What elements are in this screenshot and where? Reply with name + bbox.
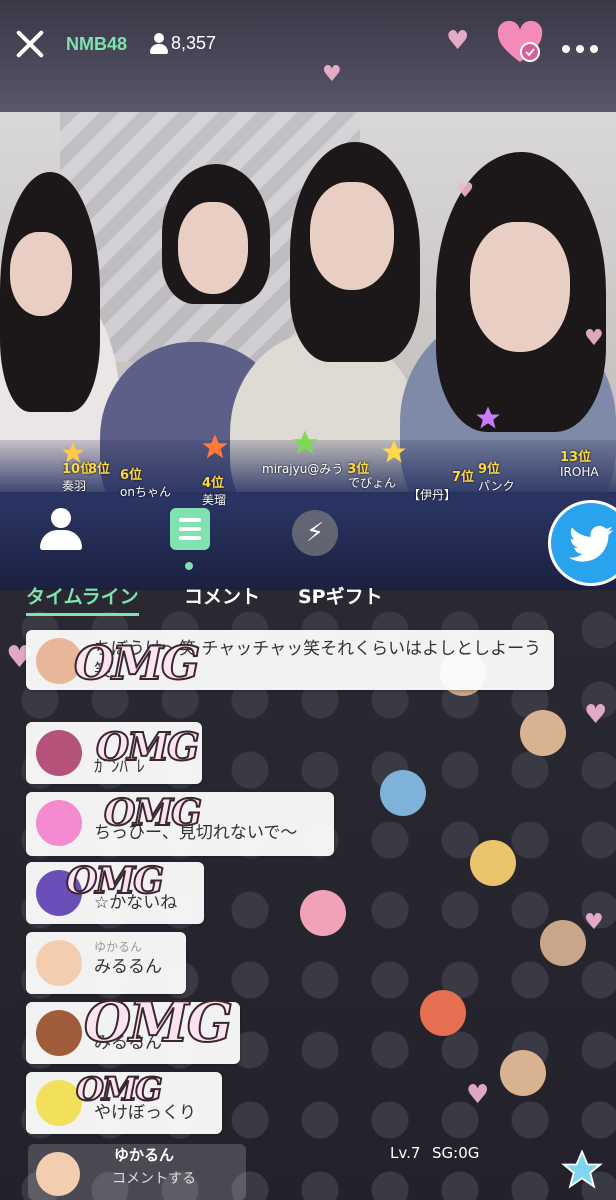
rank-label: 【伊丹】 bbox=[408, 488, 457, 502]
heart-icon: ♥ bbox=[466, 1080, 490, 1110]
more-menu-button[interactable] bbox=[562, 38, 606, 53]
comment-text: やけぼっくり bbox=[94, 1103, 196, 1123]
avatar bbox=[36, 1010, 82, 1056]
rank-label: でびょん bbox=[348, 476, 397, 490]
header: NMB48 8,357 bbox=[0, 0, 616, 90]
comment-bubble[interactable]: やけぼっくり bbox=[26, 1072, 222, 1134]
viewer-icon bbox=[150, 33, 168, 55]
comment-text: ☆かないね bbox=[94, 893, 178, 913]
favorite-button[interactable] bbox=[496, 20, 544, 68]
active-indicator bbox=[185, 562, 193, 570]
comment-text: ｶﾞﾝﾊﾞﾚ bbox=[94, 757, 145, 777]
performer-4-face bbox=[470, 222, 570, 352]
comment-bubble[interactable]: ☆かないね bbox=[26, 862, 204, 924]
footer-bar: ゆかるん Lv.7 SG:0G コメントする bbox=[28, 1140, 616, 1200]
avatar bbox=[36, 1080, 82, 1126]
star-icon bbox=[476, 406, 500, 429]
performer-3-face bbox=[310, 182, 394, 290]
twitter-icon bbox=[569, 525, 613, 562]
rank-label: 8位 bbox=[88, 462, 111, 477]
crowd-avatar bbox=[470, 840, 516, 886]
comment-username: ゆかるん bbox=[94, 940, 143, 954]
crowd-avatar bbox=[520, 710, 566, 756]
rank-label: 6位 onちゃん bbox=[120, 468, 171, 499]
rank-label: 4位 美瑠 bbox=[202, 476, 227, 507]
room-name: NMB48 bbox=[66, 34, 128, 54]
profile-icon[interactable] bbox=[40, 508, 84, 552]
heart-icon: ♥ bbox=[584, 700, 608, 730]
tab-bar: タイムライン コメント SPギフト bbox=[0, 582, 616, 618]
tab-timeline[interactable]: タイムライン bbox=[26, 582, 139, 616]
comment-text: ちっひー、見切れないで〜 bbox=[94, 823, 298, 843]
timeline-icon[interactable] bbox=[170, 508, 210, 550]
crowd-avatar bbox=[540, 920, 586, 966]
rank-label: 9位 パンク bbox=[478, 462, 515, 493]
avatar bbox=[36, 800, 82, 846]
performer-1-face bbox=[10, 232, 72, 316]
heart-icon: ♥ bbox=[584, 910, 604, 935]
user-sg: SG:0G bbox=[432, 1144, 480, 1162]
heart-icon: ♥ bbox=[456, 178, 474, 202]
rank-label: 13位 IROHA bbox=[560, 450, 599, 479]
viewer-count: 8,357 bbox=[171, 33, 217, 53]
rank-label: 7位 bbox=[452, 470, 475, 485]
comment-bubble[interactable]: ちぼうけ〜笑 チャッチャッ笑それくらいはよしとしよーう笑 bbox=[26, 630, 554, 690]
comment-bubble[interactable]: ゆかるん みるるん bbox=[26, 932, 186, 994]
close-button[interactable] bbox=[10, 24, 50, 64]
comment-bubble[interactable]: ｶﾞﾝﾊﾞﾚ bbox=[26, 722, 202, 784]
avatar bbox=[36, 730, 82, 776]
comment-text: みるるん bbox=[94, 957, 162, 977]
comment-bubble[interactable]: ちっひー、見切れないで〜 bbox=[26, 792, 334, 856]
heart-icon: ♥ bbox=[584, 326, 604, 351]
crowd-avatar bbox=[380, 770, 426, 816]
heart-icon bbox=[497, 20, 543, 62]
comment-text: ちぼうけ〜笑 チャッチャッ笑それくらいはよしとしよーう笑 bbox=[94, 639, 542, 681]
star-icon bbox=[382, 440, 406, 463]
avatar bbox=[36, 638, 82, 684]
crowd-avatar bbox=[500, 1050, 546, 1096]
performer-2-face bbox=[178, 202, 248, 294]
comment-text: みるるん bbox=[94, 1033, 162, 1053]
avatar bbox=[36, 870, 82, 916]
avatar bbox=[36, 1152, 80, 1196]
comment-input-hint[interactable]: コメントする bbox=[112, 1168, 196, 1188]
footer-username: ゆかるん bbox=[114, 1146, 175, 1164]
tab-sp-gift[interactable]: SPギフト bbox=[298, 582, 383, 609]
lightning-icon[interactable]: ⚡ bbox=[292, 510, 338, 556]
comment-bubble[interactable]: みるるん bbox=[26, 1002, 240, 1064]
avatar bbox=[36, 940, 82, 986]
star-icon bbox=[292, 430, 318, 455]
star-icon bbox=[202, 434, 228, 459]
tab-comments[interactable]: コメント bbox=[184, 582, 260, 609]
crowd-avatar bbox=[420, 990, 466, 1036]
crowd-avatar bbox=[300, 890, 346, 936]
user-level: Lv.7 bbox=[390, 1144, 421, 1162]
